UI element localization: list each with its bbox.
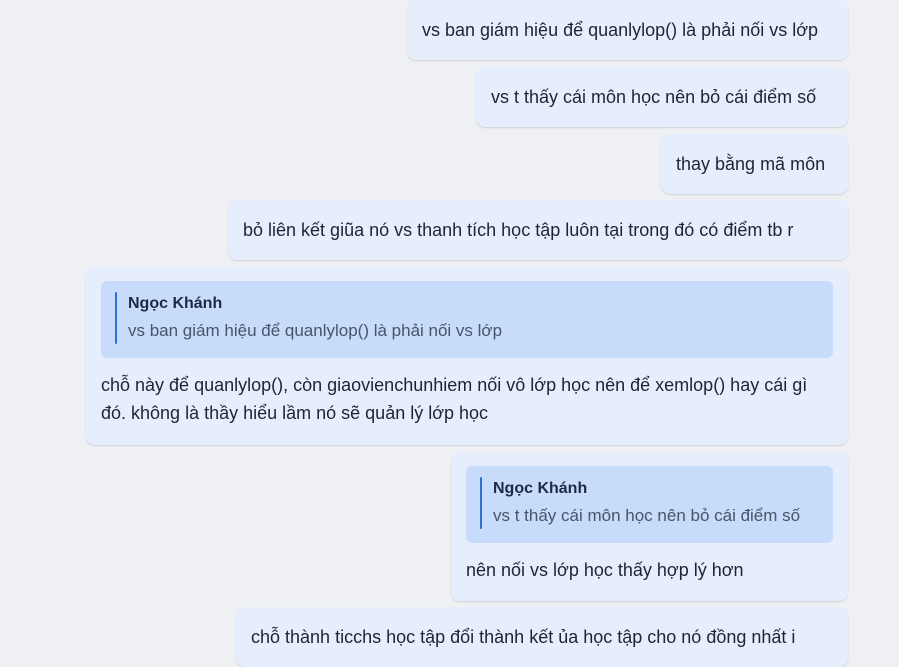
message-bubble[interactable]: thay bằng mã môn <box>661 134 848 194</box>
message-bubble[interactable]: chỗ thành ticchs học tập đổi thành kết ủ… <box>236 607 848 667</box>
quote-author: Ngọc Khánh <box>128 295 223 312</box>
message-text: vs t thấy cái môn học nên bỏ cái điểm số <box>491 87 817 107</box>
message-text: nên nối vs lớp học thấy hợp lý hơn <box>466 560 744 580</box>
message-bubble[interactable]: bỏ liên kết giũa nó vs thanh tích học tậ… <box>228 200 848 260</box>
reply-message-bubble[interactable]: Ngọc Khánh vs t thấy cái môn học nên bỏ … <box>451 452 848 601</box>
quote-accent-bar <box>115 292 117 344</box>
message-text: chỗ này để quanlylop(), còn giaovienchun… <box>101 375 808 423</box>
message-text: bỏ liên kết giũa nó vs thanh tích học tậ… <box>243 220 794 240</box>
message-text: vs ban giám hiệu để quanlylop() là phải … <box>422 20 819 40</box>
chat-message-list: vs ban giám hiệu để quanlylop() là phải … <box>0 0 899 667</box>
quote-accent-bar <box>480 477 482 529</box>
quoted-message[interactable]: Ngọc Khánh vs t thấy cái môn học nên bỏ … <box>466 466 833 543</box>
reply-message-bubble[interactable]: Ngọc Khánh vs ban giám hiệu để quanlylop… <box>86 267 848 445</box>
quote-author: Ngọc Khánh <box>493 480 588 497</box>
message-text: thay bằng mã môn <box>676 154 826 174</box>
quote-text: vs t thấy cái môn học nên bỏ cái điểm số <box>493 506 801 525</box>
quoted-message[interactable]: Ngọc Khánh vs ban giám hiệu để quanlylop… <box>101 281 833 358</box>
quote-text: vs ban giám hiệu để quanlylop() là phải … <box>128 321 503 340</box>
message-bubble[interactable]: vs ban giám hiệu để quanlylop() là phải … <box>407 0 848 60</box>
message-bubble[interactable]: vs t thấy cái môn học nên bỏ cái điểm số <box>476 67 848 127</box>
message-text: chỗ thành ticchs học tập đổi thành kết ủ… <box>251 627 796 647</box>
